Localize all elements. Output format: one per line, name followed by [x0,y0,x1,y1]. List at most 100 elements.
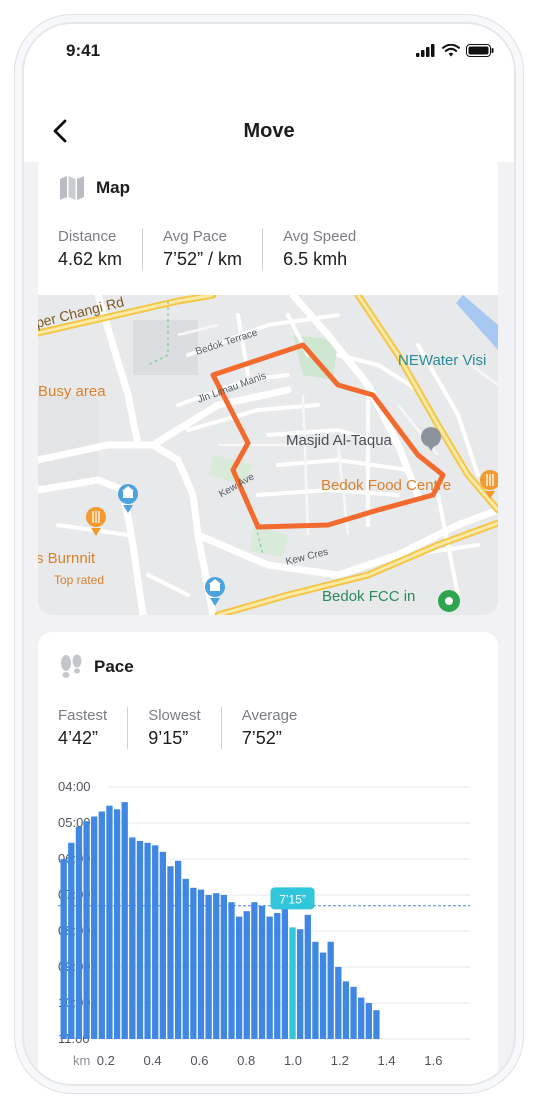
stat-avg-speed: Avg Speed 6.5 kmh [283,228,376,270]
page-title: Move [243,120,295,142]
stat-average: Average 7’52” [242,707,318,749]
bar [152,845,159,1039]
route-map[interactable]: per Changi Rd Bedok Terrace Jln Limau Ma… [38,291,498,615]
stat-distance: Distance 4.62 km [58,228,144,270]
pace-card-header: Pace [58,654,134,680]
map-label-food-centre: Bedok Food Centre [321,477,452,494]
bar [235,916,243,1039]
bar [75,826,83,1039]
bar [220,895,228,1039]
signal-icon [416,44,435,57]
battery-icon [466,44,494,57]
bar [197,889,205,1039]
map-label-top-rated: Top rated [54,573,105,587]
map-card: Map Distance 4.62 km Avg Pace 7’52” / km… [38,153,498,615]
x-tick-label: 1.0 [284,1053,302,1068]
x-tick-label: 0.2 [97,1053,115,1068]
nav-bar: Move [24,84,514,162]
bar [83,821,90,1039]
stat-value: 9’15” [148,728,189,748]
map-stats: Distance 4.62 km Avg Pace 7’52” / km Avg… [58,228,396,270]
location-pin-icon [438,590,460,612]
bar [327,941,334,1039]
bar [174,860,182,1039]
bar [205,895,212,1039]
bar [113,809,121,1039]
bar [159,851,166,1039]
bar [243,911,250,1039]
stat-value: 4.62 km [58,249,123,269]
bar [167,866,174,1039]
bar [251,902,258,1039]
status-bar: 9:41 [24,24,514,84]
x-tick-label: 0.6 [190,1053,208,1068]
bar [213,893,220,1039]
bar [358,997,365,1039]
bar [365,1003,372,1039]
bar [342,981,350,1039]
bar [228,902,235,1039]
map-label-bedok-fcc: Bedok FCC in [322,588,416,605]
stat-value: 7’52” [241,728,282,748]
map-label-newater: NEWater Visi [398,352,487,369]
bar [350,986,357,1039]
x-tick-label: 1.2 [331,1053,349,1068]
map-icon [60,176,84,200]
map-label-busy-area: Busy area [38,383,106,400]
stat-avg-pace: Avg Pace 7’52” / km [163,228,264,270]
x-tick-label: 0.8 [237,1053,255,1068]
pace-card: Pace Fastest 4’42” Slowest 9’15” Average… [38,632,498,1084]
bar [312,941,319,1039]
highlight-callout-label: 7’15” [279,892,306,906]
x-tick-label: 0.4 [144,1053,162,1068]
bar [274,913,281,1039]
stat-value: 4’42” [58,728,99,748]
bar [319,952,327,1039]
map-card-title: Map [96,178,130,197]
stat-fastest: Fastest 4’42” [58,707,129,749]
status-icons [416,44,494,57]
pace-card-title: Pace [94,657,134,676]
footsteps-icon [61,654,82,678]
bar [182,878,189,1039]
stat-label: Average [241,707,298,724]
bar-highlighted [289,927,296,1039]
pace-chart: 04:0005:0006:0007:0008:0009:0010:0011:00… [58,779,470,1068]
pace-stats: Fastest 4’42” Slowest 9’15” Average 7’52… [58,707,337,749]
stat-slowest: Slowest 9’15” [148,707,222,749]
bar [297,929,304,1039]
stat-label: Avg Speed [283,228,357,245]
bar [281,907,289,1039]
map-canvas [38,291,498,615]
bar [144,842,151,1039]
map-card-header: Map [58,175,130,201]
x-axis-unit: km [73,1053,90,1068]
bar [266,916,273,1039]
stat-label: Distance [58,228,117,245]
x-tick-label: 1.4 [378,1053,396,1068]
bar [190,887,197,1039]
map-label-burnnit: s Burnnit [38,550,96,567]
phone-screen: 9:41 Move Map Distance 4.62 km Avg Pace … [24,24,514,1084]
bar [68,842,75,1039]
status-time: 9:41 [66,41,101,60]
x-tick-label: 1.6 [424,1053,442,1068]
bar [129,837,136,1039]
bar [258,905,266,1039]
bar [335,967,342,1039]
bar [121,802,128,1039]
stat-label: Avg Pace [163,228,227,245]
stat-value: 7’52” / km [163,249,243,269]
stat-label: Slowest [148,707,201,724]
map-label-masjid: Masjid Al-Taqua [286,432,392,449]
bar [373,1010,380,1039]
bar [106,805,113,1039]
y-tick-label: 04:00 [58,779,91,794]
wifi-icon [442,44,460,57]
stat-value: 6.5 kmh [283,249,348,269]
stat-label: Fastest [58,707,108,724]
bar [98,811,105,1039]
bar [91,816,98,1039]
bar [304,914,311,1039]
bar [60,859,67,1039]
